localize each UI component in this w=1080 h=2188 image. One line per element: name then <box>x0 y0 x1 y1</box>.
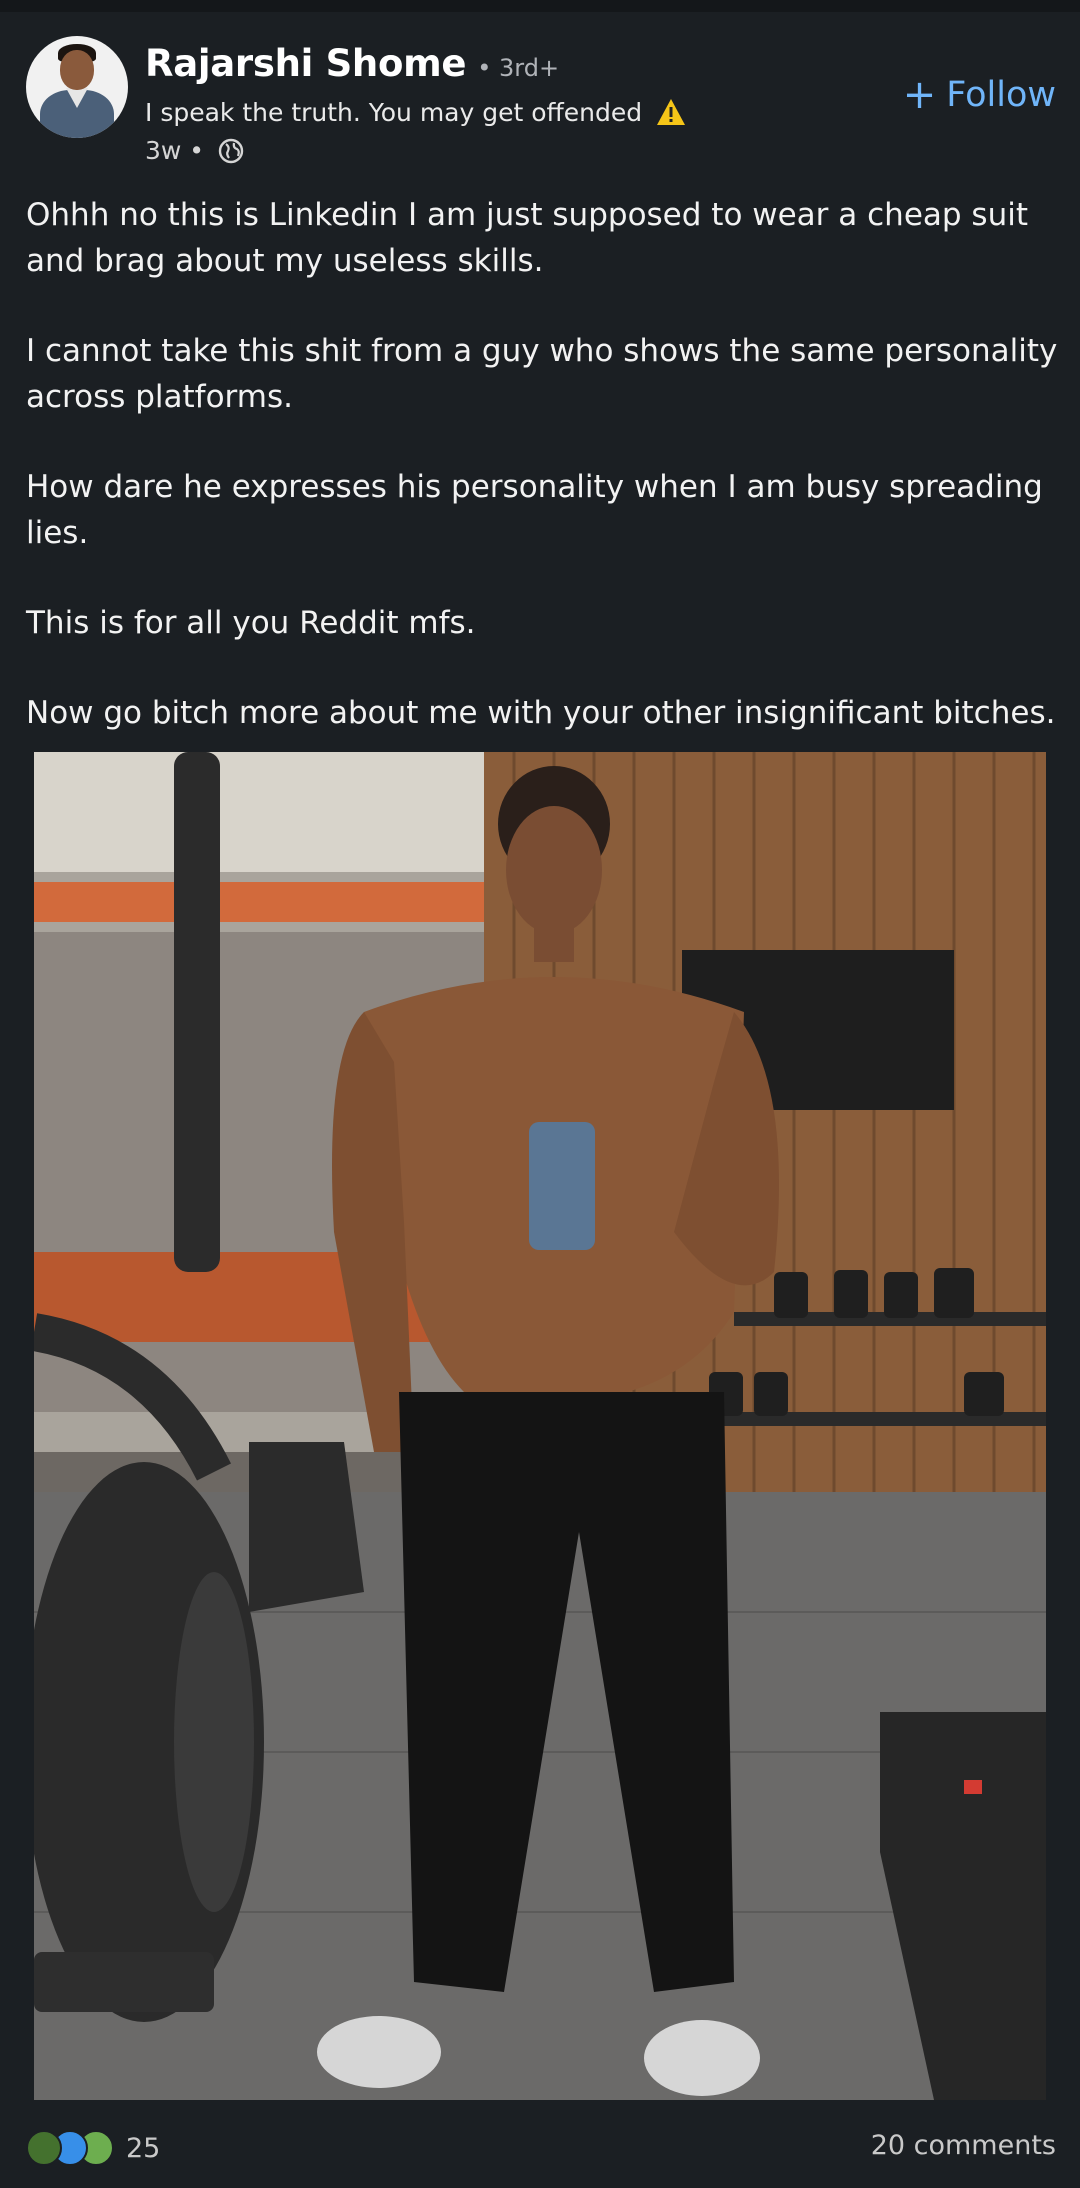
post-image[interactable] <box>34 752 1046 2100</box>
post-paragraph: Now go bitch more about me with your oth… <box>26 695 1056 731</box>
post-meta: 3w • <box>145 136 244 165</box>
headline-text: I speak the truth. You may get offended <box>145 98 643 127</box>
avatar[interactable] <box>26 36 128 138</box>
follow-label: Follow <box>946 75 1056 115</box>
reaction-count: 25 <box>126 2132 161 2164</box>
connection-degree: • 3rd+ <box>477 54 560 82</box>
post-paragraph: How dare he expresses his personality wh… <box>26 469 1043 551</box>
author-headline: I speak the truth. You may get offended <box>145 98 686 127</box>
follow-button[interactable]: + Follow <box>903 70 1056 120</box>
post-header: Rajarshi Shome • 3rd+ I speak the truth.… <box>26 36 1056 176</box>
comments-count[interactable]: 20 comments <box>871 2130 1056 2161</box>
post-paragraph: This is for all you Reddit mfs. <box>26 605 476 641</box>
plus-icon: + <box>902 72 937 118</box>
author-line: Rajarshi Shome • 3rd+ <box>145 42 559 85</box>
post-time: 3w • <box>145 136 205 165</box>
reactions[interactable]: 25 <box>26 2130 160 2166</box>
post-body: Ohhh no this is Linkedin I am just suppo… <box>26 192 1060 780</box>
celebrate-icon <box>26 2130 62 2166</box>
warning-icon <box>656 98 686 126</box>
globe-icon <box>218 138 244 164</box>
social-counts: 25 20 comments <box>26 2126 1056 2170</box>
post-paragraph: Ohhh no this is Linkedin I am just suppo… <box>26 197 1028 279</box>
top-bar <box>0 0 1080 12</box>
author-name[interactable]: Rajarshi Shome <box>145 42 466 85</box>
post-paragraph: I cannot take this shit from a guy who s… <box>26 333 1058 415</box>
